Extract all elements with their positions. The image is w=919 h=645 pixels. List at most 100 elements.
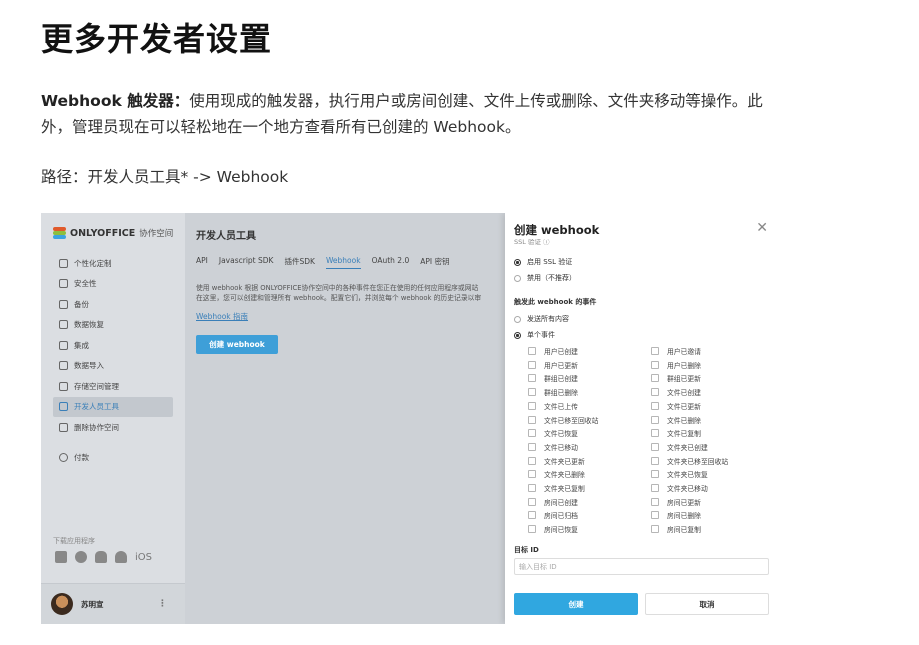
- event-checkbox-item[interactable]: 文件已更新: [651, 401, 701, 411]
- checkbox-icon[interactable]: [528, 511, 536, 520]
- tab-webhook[interactable]: Webhook: [325, 256, 361, 269]
- event-checkbox-item[interactable]: 文件夹已移动: [651, 483, 708, 493]
- create-button[interactable]: 创建: [514, 593, 638, 615]
- checkbox-icon[interactable]: [528, 388, 536, 397]
- sidebar-item[interactable]: 备份: [53, 294, 173, 315]
- checkbox-icon[interactable]: [651, 415, 659, 424]
- checkbox-icon[interactable]: [528, 429, 536, 438]
- event-checkbox-item[interactable]: 用户已邀请: [651, 346, 701, 356]
- checkbox-icon[interactable]: [651, 442, 659, 451]
- event-checkbox-item[interactable]: 用户已创建: [528, 346, 578, 356]
- sidebar-item[interactable]: 安全性: [53, 274, 173, 295]
- tab-api[interactable]: API: [196, 256, 208, 269]
- checkbox-icon[interactable]: [528, 401, 536, 410]
- event-checkbox-item[interactable]: 文件已恢复: [528, 428, 578, 438]
- radio-icon[interactable]: [514, 315, 521, 323]
- ssl-disable-option[interactable]: 禁用（不推荐）: [514, 273, 576, 283]
- event-checkbox-item[interactable]: 房间已恢复: [528, 524, 578, 534]
- tab-oauth[interactable]: OAuth 2.0: [372, 256, 410, 269]
- single-event-option[interactable]: 单个事件: [514, 330, 555, 340]
- checkbox-icon[interactable]: [528, 415, 536, 424]
- event-checkbox-item[interactable]: 房间已复制: [651, 524, 701, 534]
- page-title: 开发人员工具: [196, 231, 256, 242]
- checkbox-icon[interactable]: [651, 511, 659, 520]
- event-checkbox-item[interactable]: 房间已删除: [651, 510, 701, 520]
- linux-icon[interactable]: [95, 551, 107, 563]
- sidebar-item[interactable]: 数据恢复: [53, 315, 173, 336]
- restore-icon: [59, 320, 68, 330]
- event-checkbox-item[interactable]: 文件夹已恢复: [651, 469, 708, 479]
- event-checkbox-item[interactable]: 用户已更新: [528, 360, 578, 370]
- create-webhook-button[interactable]: 创建 webhook: [196, 335, 278, 354]
- option-label: 启用 SSL 验证: [527, 258, 573, 266]
- event-checkbox-item[interactable]: 文件已移动: [528, 442, 578, 452]
- checkbox-icon[interactable]: [651, 360, 659, 369]
- checkbox-icon[interactable]: [651, 429, 659, 438]
- sidebar-item[interactable]: 数据导入: [53, 356, 173, 377]
- event-checkbox-item[interactable]: 用户已删除: [651, 360, 701, 370]
- more-icon[interactable]: ⋮: [158, 599, 167, 609]
- checkbox-icon[interactable]: [651, 401, 659, 410]
- checkbox-icon[interactable]: [651, 388, 659, 397]
- event-checkbox-item[interactable]: 文件已删除: [651, 415, 701, 425]
- checkbox-icon[interactable]: [528, 347, 536, 355]
- checkbox-icon[interactable]: [528, 360, 536, 369]
- radio-icon[interactable]: [514, 274, 521, 282]
- apple-icon[interactable]: [75, 551, 87, 563]
- radio-checked-icon[interactable]: [514, 331, 521, 339]
- tab-plugin-sdk[interactable]: 插件SDK: [284, 256, 314, 269]
- checkbox-icon[interactable]: [651, 484, 659, 492]
- checkbox-icon[interactable]: [651, 525, 659, 534]
- event-checkbox-item[interactable]: 文件已移至回收站: [528, 415, 598, 425]
- event-checkbox-item[interactable]: 文件夹已删除: [528, 469, 585, 479]
- sidebar-item[interactable]: 集成: [53, 335, 173, 356]
- event-checkbox-item[interactable]: 文件已复制: [651, 428, 701, 438]
- checkbox-icon[interactable]: [651, 456, 659, 465]
- event-checkbox-item[interactable]: 文件夹已复制: [528, 483, 585, 493]
- radio-checked-icon[interactable]: [514, 258, 521, 266]
- event-checkbox-item[interactable]: 房间已创建: [528, 497, 578, 507]
- ssl-enable-option[interactable]: 启用 SSL 验证: [514, 257, 572, 267]
- event-checkbox-item[interactable]: 文件夹已更新: [528, 456, 585, 466]
- checkbox-icon[interactable]: [528, 484, 536, 492]
- sidebar-item-payments[interactable]: 付款: [53, 448, 173, 469]
- event-checkbox-item[interactable]: 文件已创建: [651, 387, 701, 397]
- cancel-button[interactable]: 取消: [645, 593, 769, 615]
- tab-javascript-sdk[interactable]: Javascript SDK: [219, 256, 274, 269]
- app-downloads: iOS: [55, 551, 152, 563]
- android-icon[interactable]: [115, 551, 127, 563]
- tabs: API Javascript SDK 插件SDK Webhook OAuth 2…: [196, 256, 450, 269]
- event-label: 文件夹已删除: [544, 471, 585, 480]
- checkbox-icon[interactable]: [528, 374, 536, 383]
- event-checkbox-item[interactable]: 房间已归档: [528, 510, 578, 520]
- checkbox-icon[interactable]: [528, 456, 536, 465]
- event-checkbox-item[interactable]: 文件已上传: [528, 401, 578, 411]
- event-checkbox-item[interactable]: 文件夹已移至回收站: [651, 456, 728, 466]
- target-id-input[interactable]: 输入目标 ID: [514, 558, 769, 575]
- event-checkbox-item[interactable]: 群组已删除: [528, 387, 578, 397]
- close-icon[interactable]: ✕: [756, 220, 768, 236]
- event-label: 文件已移至回收站: [544, 416, 599, 425]
- sidebar-item[interactable]: 删除协作空间: [53, 417, 173, 438]
- checkbox-icon[interactable]: [528, 442, 536, 451]
- user-profile[interactable]: 苏明宣 ⋮: [41, 583, 185, 624]
- checkbox-icon[interactable]: [651, 497, 659, 506]
- windows-icon[interactable]: [55, 551, 67, 563]
- sidebar-item[interactable]: 个性化定制: [53, 253, 173, 274]
- event-checkbox-item[interactable]: 房间已更新: [651, 497, 701, 507]
- send-all-option[interactable]: 发送所有内容: [514, 314, 569, 324]
- ios-link[interactable]: iOS: [135, 552, 152, 563]
- checkbox-icon[interactable]: [528, 525, 536, 534]
- event-checkbox-item[interactable]: 群组已更新: [651, 373, 701, 383]
- tab-api-keys[interactable]: API 密钥: [420, 256, 449, 269]
- webhook-guide-link[interactable]: Webhook 指南: [196, 311, 248, 322]
- event-checkbox-item[interactable]: 文件夹已创建: [651, 442, 708, 452]
- checkbox-icon[interactable]: [651, 374, 659, 383]
- sidebar-item[interactable]: 存储空间管理: [53, 376, 173, 397]
- checkbox-icon[interactable]: [651, 347, 659, 355]
- sidebar-item[interactable]: 开发人员工具: [53, 396, 173, 417]
- checkbox-icon[interactable]: [651, 470, 659, 479]
- event-checkbox-item[interactable]: 群组已创建: [528, 373, 578, 383]
- checkbox-icon[interactable]: [528, 470, 536, 479]
- checkbox-icon[interactable]: [528, 497, 536, 506]
